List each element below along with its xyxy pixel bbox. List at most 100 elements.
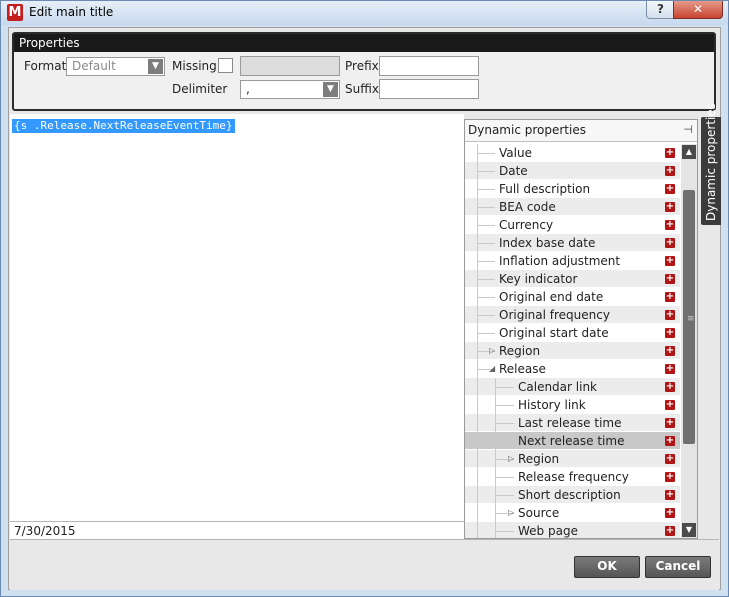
tree-guide-line [477,378,478,396]
tree-item[interactable]: ▷ Source + [465,504,680,522]
expression-editor[interactable]: {s .Release.NextReleaseEventTime} [10,114,464,539]
add-icon[interactable]: + [665,328,675,338]
add-icon[interactable]: + [665,148,675,158]
scroll-down-icon[interactable]: ▼ [682,523,696,537]
add-icon[interactable]: + [665,454,675,464]
tree-item[interactable]: Web page + [465,522,680,538]
tree-guide-line [477,189,495,190]
expression-text[interactable]: {s .Release.NextReleaseEventTime} [12,119,235,133]
add-icon[interactable]: + [665,292,675,302]
add-icon[interactable]: + [665,418,675,428]
tree-item-label: Original frequency [499,308,610,322]
suffix-field[interactable] [379,79,479,99]
add-icon[interactable]: + [665,490,675,500]
expanded-triangle-icon[interactable]: ◢ [489,360,495,378]
dynamic-properties-tree: Value + Date + Full description + BEA code + Cur… [465,144,680,538]
delimiter-select[interactable]: , ▼ [240,80,340,99]
properties-header: Properties [14,34,714,52]
add-icon[interactable]: + [665,310,675,320]
tree-item-label: Key indicator [499,272,578,286]
tree-item-label: Release [499,362,546,376]
tree-guide-line [477,315,495,316]
tree-item-label: Release frequency [518,470,629,484]
add-icon[interactable]: + [665,220,675,230]
tree-item[interactable]: Date + [465,162,680,180]
tree-item[interactable]: Currency + [465,216,680,234]
tree-item-label: Source [518,506,560,520]
dynamic-properties-side-tab[interactable]: Dynamic properties [701,103,721,225]
collapsed-triangle-icon[interactable]: ▷ [508,504,514,522]
collapsed-triangle-icon[interactable]: ▷ [508,450,514,468]
add-icon[interactable]: + [665,472,675,482]
vertical-scrollbar[interactable]: ▲ ≡ ▼ [681,144,697,538]
pin-icon[interactable]: ⊣ [683,120,693,140]
add-icon[interactable]: + [665,508,675,518]
delimiter-value: , [246,82,250,96]
add-icon[interactable]: + [665,166,675,176]
missing-checkbox[interactable] [218,58,233,73]
tree-guide-line [477,396,478,414]
tree-item[interactable]: Original start date + [465,324,680,342]
tree-item[interactable]: Release frequency + [465,468,680,486]
tree-guide-line [495,387,514,388]
add-icon[interactable]: + [665,202,675,212]
tree-guide-line [495,477,514,478]
grip-icon: ≡ [687,314,695,324]
prefix-field[interactable] [379,56,479,76]
scrollbar-thumb[interactable]: ≡ [683,190,695,444]
chevron-down-icon[interactable]: ▼ [148,59,163,74]
tree-guide-line [477,225,495,226]
add-icon[interactable]: + [665,238,675,248]
tree-item[interactable]: BEA code + [465,198,680,216]
tree-guide-line [477,297,495,298]
tree-item[interactable]: Next release time + [465,432,680,450]
add-icon[interactable]: + [665,382,675,392]
format-select[interactable]: Default ▼ [66,57,165,76]
tree-item[interactable]: Original frequency + [465,306,680,324]
tree-item[interactable]: ▷ Region + [465,342,680,360]
ok-button[interactable]: OK [574,556,640,578]
collapsed-triangle-icon[interactable]: ▷ [489,342,495,360]
tree-item[interactable]: Index base date + [465,234,680,252]
button-bar: OK Cancel [10,539,719,590]
add-icon[interactable]: + [665,526,675,536]
add-icon[interactable]: + [665,400,675,410]
title-bar[interactable]: M Edit main title ? ✕ [1,1,728,25]
help-button[interactable]: ? [646,1,675,19]
format-label: Format [24,59,67,73]
cancel-button[interactable]: Cancel [645,556,711,578]
add-icon[interactable]: + [665,184,675,194]
tree-item[interactable]: ▷ Region + [465,450,680,468]
tree-item-label: Value [499,146,532,160]
tree-item[interactable]: Short description + [465,486,680,504]
window-title: Edit main title [29,5,114,19]
tree-guide-line [477,522,478,538]
tree-item[interactable]: History link + [465,396,680,414]
tree-guide-line [477,504,478,522]
tree-item[interactable]: Inflation adjustment + [465,252,680,270]
tree-item[interactable]: Last release time + [465,414,680,432]
tree-guide-line [477,486,478,504]
chevron-down-icon[interactable]: ▼ [323,82,338,97]
tree-item[interactable]: Calendar link + [465,378,680,396]
add-icon[interactable]: + [665,346,675,356]
tree-item[interactable]: Full description + [465,180,680,198]
tree-item-label: History link [518,398,586,412]
add-icon[interactable]: + [665,436,675,446]
add-icon[interactable]: + [665,256,675,266]
dynamic-properties-panel: Dynamic properties ⊣ Value + Date + Full des… [464,119,698,539]
dialog-window: M Edit main title ? ✕ Properties Format … [0,0,729,597]
dynamic-properties-title: Dynamic properties [468,123,586,137]
tree-item[interactable]: Value + [465,144,680,162]
tree-item[interactable]: Key indicator + [465,270,680,288]
dynamic-properties-header: Dynamic properties ⊣ [465,120,697,142]
tree-item[interactable]: ◢ Release + [465,360,680,378]
format-value: Default [72,59,116,73]
tree-item-label: Date [499,164,528,178]
close-button[interactable]: ✕ [673,1,723,19]
tree-guide-line [477,450,478,468]
scroll-up-icon[interactable]: ▲ [682,145,696,159]
add-icon[interactable]: + [665,364,675,374]
tree-item[interactable]: Original end date + [465,288,680,306]
add-icon[interactable]: + [665,274,675,284]
